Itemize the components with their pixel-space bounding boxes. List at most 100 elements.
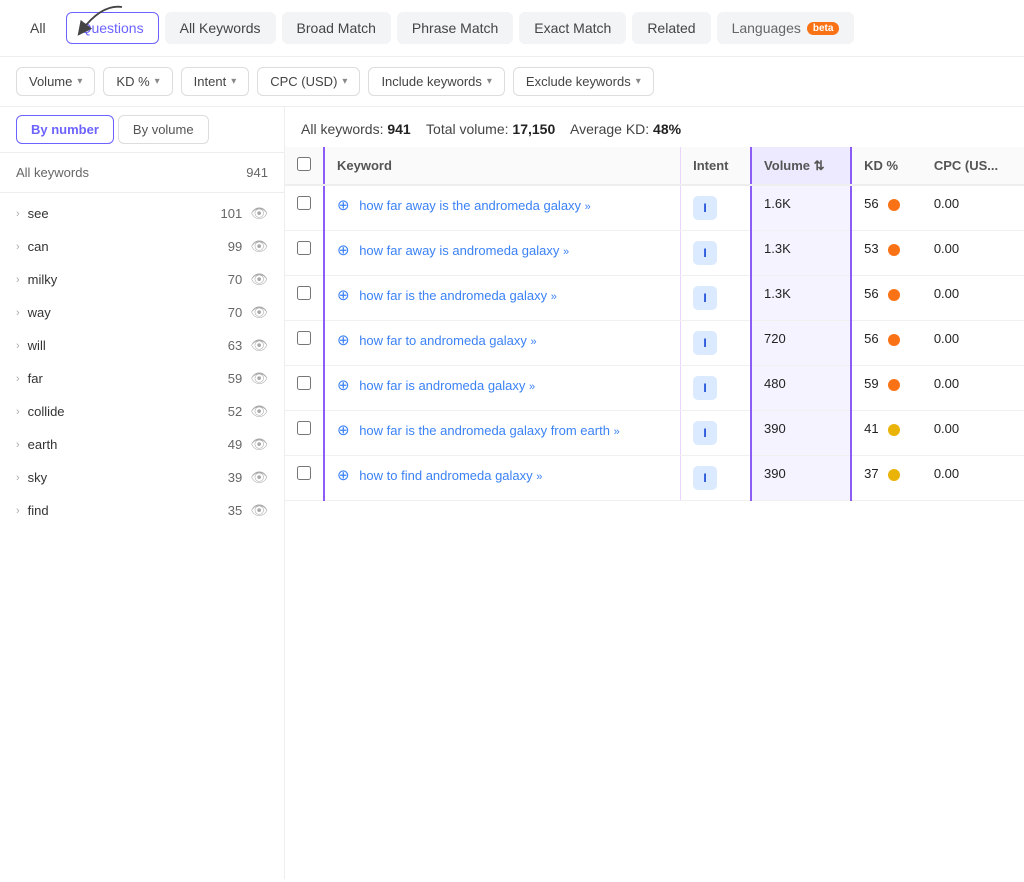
eye-icon[interactable]: 👁 xyxy=(250,304,268,321)
tab-all[interactable]: All xyxy=(16,13,60,43)
tab-phrase-match[interactable]: Phrase Match xyxy=(397,12,513,44)
volume-value: 480 xyxy=(764,376,786,391)
sidebar-item[interactable]: › sky 39 👁 xyxy=(0,461,284,494)
sidebar-item[interactable]: › milky 70 👁 xyxy=(0,263,284,296)
kd-dot-icon xyxy=(888,424,900,436)
row-kd-cell: 41 xyxy=(851,411,922,456)
row-checkbox[interactable] xyxy=(297,331,311,345)
sidebar-item-left: › far xyxy=(16,371,43,386)
row-keyword-cell: ⊕ how to find andromeda galaxy » xyxy=(324,456,681,501)
filter-volume[interactable]: Volume ▾ xyxy=(16,67,95,96)
keyword-link[interactable]: how far is the andromeda galaxy » xyxy=(359,288,557,303)
row-intent-cell: I xyxy=(681,321,751,366)
sidebar-items: › see 101 👁 › can 99 👁 › milky 70 👁 › wa… xyxy=(0,193,284,531)
keyword-link[interactable]: how far away is andromeda galaxy » xyxy=(359,243,569,258)
row-keyword-cell: ⊕ how far to andromeda galaxy » xyxy=(324,321,681,366)
toggle-by-volume[interactable]: By volume xyxy=(118,115,209,144)
add-keyword-icon[interactable]: ⊕ xyxy=(337,377,350,394)
add-keyword-icon[interactable]: ⊕ xyxy=(337,467,350,484)
sidebar-item[interactable]: › far 59 👁 xyxy=(0,362,284,395)
sidebar-word-count: 52 xyxy=(228,404,242,419)
row-checkbox[interactable] xyxy=(297,196,311,210)
cpc-value: 0.00 xyxy=(934,196,959,211)
sidebar-item[interactable]: › collide 52 👁 xyxy=(0,395,284,428)
row-checkbox[interactable] xyxy=(297,241,311,255)
sidebar-item[interactable]: › way 70 👁 xyxy=(0,296,284,329)
toggle-by-number[interactable]: By number xyxy=(16,115,114,144)
row-checkbox-cell xyxy=(285,456,324,501)
sidebar-item[interactable]: › will 63 👁 xyxy=(0,329,284,362)
sidebar-item[interactable]: › can 99 👁 xyxy=(0,230,284,263)
intent-badge: I xyxy=(693,376,717,400)
filter-kd[interactable]: KD % ▾ xyxy=(103,67,172,96)
filter-intent[interactable]: Intent ▾ xyxy=(181,67,250,96)
table-row: ⊕ how far is the andromeda galaxy from e… xyxy=(285,411,1024,456)
add-keyword-icon[interactable]: ⊕ xyxy=(337,287,350,304)
select-all-checkbox[interactable] xyxy=(297,157,311,171)
eye-icon[interactable]: 👁 xyxy=(250,403,268,420)
tab-exact-match[interactable]: Exact Match xyxy=(519,12,626,44)
add-keyword-icon[interactable]: ⊕ xyxy=(337,242,350,259)
intent-badge: I xyxy=(693,421,717,445)
sidebar-word-count: 49 xyxy=(228,437,242,452)
eye-icon[interactable]: 👁 xyxy=(250,502,268,519)
eye-icon[interactable]: 👁 xyxy=(250,370,268,387)
sidebar-item[interactable]: › earth 49 👁 xyxy=(0,428,284,461)
sidebar-item[interactable]: › find 35 👁 xyxy=(0,494,284,527)
th-volume[interactable]: Volume ⇅ xyxy=(751,147,851,185)
tab-questions[interactable]: Questions xyxy=(66,12,159,44)
sidebar-header: All keywords 941 xyxy=(0,153,284,193)
tab-all-keywords[interactable]: All Keywords xyxy=(165,12,276,44)
sidebar-word: way xyxy=(28,305,51,320)
keyword-link[interactable]: how far is andromeda galaxy » xyxy=(359,378,535,393)
th-kd: KD % xyxy=(851,147,922,185)
row-cpc-cell: 0.00 xyxy=(922,276,1024,321)
eye-icon[interactable]: 👁 xyxy=(250,337,268,354)
summary-count: 941 xyxy=(387,121,410,137)
row-checkbox[interactable] xyxy=(297,286,311,300)
row-checkbox[interactable] xyxy=(297,421,311,435)
eye-icon[interactable]: 👁 xyxy=(250,205,268,222)
sidebar-item-left: › find xyxy=(16,503,49,518)
filter-include-keywords[interactable]: Include keywords ▾ xyxy=(368,67,504,96)
row-cpc-cell: 0.00 xyxy=(922,456,1024,501)
row-kd-cell: 56 xyxy=(851,276,922,321)
th-cpc: CPC (US... xyxy=(922,147,1024,185)
row-checkbox[interactable] xyxy=(297,376,311,390)
eye-icon[interactable]: 👁 xyxy=(250,436,268,453)
keyword-link[interactable]: how to find andromeda galaxy » xyxy=(359,468,542,483)
row-kd-cell: 53 xyxy=(851,231,922,276)
keyword-arrows-icon: » xyxy=(563,246,569,258)
kd-dot-icon xyxy=(888,244,900,256)
sidebar-all-keywords-label: All keywords xyxy=(16,165,89,180)
sidebar-item-left: › see xyxy=(16,206,49,221)
row-kd-cell: 56 xyxy=(851,321,922,366)
row-keyword-cell: ⊕ how far is andromeda galaxy » xyxy=(324,366,681,411)
keyword-link[interactable]: how far is the andromeda galaxy from ear… xyxy=(359,423,619,438)
eye-icon[interactable]: 👁 xyxy=(250,469,268,486)
row-checkbox[interactable] xyxy=(297,466,311,480)
row-volume-cell: 1.3K xyxy=(751,276,851,321)
tab-related[interactable]: Related xyxy=(632,12,710,44)
row-checkbox-cell xyxy=(285,276,324,321)
sidebar-item-left: › milky xyxy=(16,272,57,287)
add-keyword-icon[interactable]: ⊕ xyxy=(337,332,350,349)
row-volume-cell: 390 xyxy=(751,456,851,501)
row-volume-cell: 1.3K xyxy=(751,231,851,276)
filter-cpc[interactable]: CPC (USD) ▾ xyxy=(257,67,360,96)
row-cpc-cell: 0.00 xyxy=(922,231,1024,276)
sidebar-item[interactable]: › see 101 👁 xyxy=(0,197,284,230)
tab-broad-match[interactable]: Broad Match xyxy=(282,12,391,44)
content-area: All keywords: 941 Total volume: 17,150 A… xyxy=(285,107,1024,879)
keyword-link[interactable]: how far to andromeda galaxy » xyxy=(359,333,536,348)
eye-icon[interactable]: 👁 xyxy=(250,271,268,288)
add-keyword-icon[interactable]: ⊕ xyxy=(337,422,350,439)
sidebar-word: milky xyxy=(28,272,58,287)
keyword-link[interactable]: how far away is the andromeda galaxy » xyxy=(359,198,591,213)
cpc-value: 0.00 xyxy=(934,466,959,481)
filter-exclude-keywords[interactable]: Exclude keywords ▾ xyxy=(513,67,654,96)
row-checkbox-cell xyxy=(285,366,324,411)
tab-languages[interactable]: Languages beta xyxy=(717,12,855,44)
eye-icon[interactable]: 👁 xyxy=(250,238,268,255)
add-keyword-icon[interactable]: ⊕ xyxy=(337,197,350,214)
